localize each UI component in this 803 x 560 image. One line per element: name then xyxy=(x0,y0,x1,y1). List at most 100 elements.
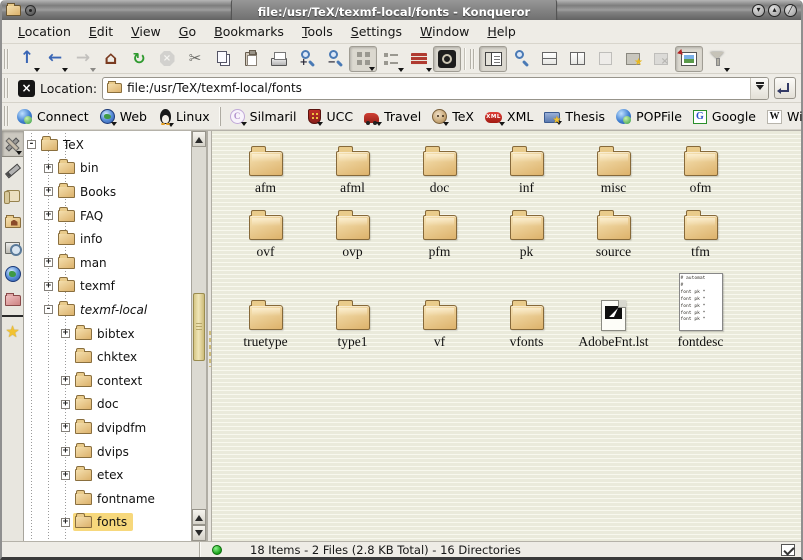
zoom-out-button[interactable] xyxy=(321,46,349,72)
tree-row[interactable]: + bin xyxy=(24,157,191,181)
tree-row[interactable]: - texmf-local xyxy=(24,298,191,322)
duplicate-view-button[interactable] xyxy=(619,46,647,72)
scrollbar-thumb[interactable] xyxy=(193,293,205,361)
file-item[interactable]: vf xyxy=(396,263,483,351)
file-item[interactable]: misc xyxy=(570,135,657,197)
sidebar-tab-home-folder[interactable] xyxy=(2,209,23,235)
bookmark-item[interactable]: TeX xyxy=(428,107,481,126)
bookmark-item[interactable]: POPFile xyxy=(612,107,689,126)
tree-expander[interactable]: + xyxy=(44,164,53,173)
menu-item[interactable]: Edit xyxy=(81,22,121,41)
tree-expander[interactable]: + xyxy=(61,400,70,409)
paste-button[interactable] xyxy=(237,46,265,72)
active-view-indicator-icon[interactable] xyxy=(781,544,795,556)
sidebar-tab-root-folder[interactable] xyxy=(2,287,23,313)
back-button[interactable]: ← xyxy=(41,46,69,72)
file-item[interactable]: tfm xyxy=(657,199,744,261)
toolbar-grip[interactable] xyxy=(470,49,475,69)
tree-row[interactable]: + texmf xyxy=(24,275,191,299)
close-view-button[interactable] xyxy=(647,46,675,72)
print-button[interactable] xyxy=(265,46,293,72)
sidebar-tab-history[interactable] xyxy=(2,183,23,209)
menu-item[interactable]: Location xyxy=(10,22,79,41)
navigation-panel-button[interactable] xyxy=(479,46,507,72)
bookmark-item[interactable]: Silmaril xyxy=(220,107,304,126)
tree-expander[interactable]: + xyxy=(44,187,53,196)
file-item[interactable]: source xyxy=(570,199,657,261)
tree-row[interactable]: + fonts xyxy=(24,511,191,535)
location-dropdown-button[interactable] xyxy=(750,78,768,99)
tree-expander[interactable]: + xyxy=(44,211,53,220)
filter-button[interactable] xyxy=(703,46,731,72)
tree-row[interactable]: + dvipdfm xyxy=(24,416,191,440)
file-item[interactable]: pfm xyxy=(396,199,483,261)
title-bar[interactable]: file:/usr/TeX/texmf-local/fonts - Konque… xyxy=(2,0,801,20)
file-item[interactable]: doc xyxy=(396,135,483,197)
bookmark-item[interactable]: Travel xyxy=(360,107,428,126)
file-item[interactable]: inf xyxy=(483,135,570,197)
menu-item[interactable]: View xyxy=(123,22,169,41)
list-view-button[interactable] xyxy=(377,46,405,72)
sidebar-configure-button[interactable] xyxy=(2,131,23,157)
sidebar-tab-network[interactable] xyxy=(2,261,23,287)
tree-row[interactable]: fontname xyxy=(24,487,191,511)
tree-expander[interactable]: + xyxy=(44,282,53,291)
menu-item[interactable]: Bookmarks xyxy=(206,22,292,41)
window-pin-button[interactable] xyxy=(25,5,36,16)
bookmark-item[interactable]: Web xyxy=(96,107,154,126)
tree-row[interactable]: + bibtex xyxy=(24,322,191,346)
close-button[interactable] xyxy=(784,4,797,17)
tree-expander[interactable]: + xyxy=(61,518,70,527)
menu-item[interactable]: Tools xyxy=(294,22,341,41)
file-item[interactable]: vfonts xyxy=(483,263,570,351)
bookmark-item[interactable]: UCC xyxy=(303,107,360,126)
split-top-bottom-button[interactable] xyxy=(535,46,563,72)
sidebar-tab-bookmarks[interactable] xyxy=(2,319,23,345)
go-button[interactable] xyxy=(774,77,796,99)
toolbar-grip[interactable] xyxy=(4,78,9,98)
konqueror-gear-button[interactable] xyxy=(433,46,461,72)
menu-item[interactable]: Go xyxy=(171,22,204,41)
cut-button[interactable]: ✂ xyxy=(181,46,209,72)
file-item[interactable]: pk xyxy=(483,199,570,261)
stop-button[interactable]: × xyxy=(153,46,181,72)
tree-expander[interactable]: + xyxy=(44,258,53,267)
icon-view-button[interactable] xyxy=(349,46,377,72)
copy-button[interactable] xyxy=(209,46,237,72)
bookmark-item[interactable]: Thesis xyxy=(540,107,612,126)
sidebar-tab-pencil[interactable] xyxy=(2,157,23,183)
file-item[interactable]: afm xyxy=(222,135,309,197)
menu-item[interactable]: Settings xyxy=(343,22,410,41)
reload-button[interactable]: ↻ xyxy=(125,46,153,72)
bookmark-item[interactable]: Linux xyxy=(154,107,217,126)
scroll-down-button[interactable] xyxy=(192,525,206,541)
tree-row[interactable]: + doc xyxy=(24,393,191,417)
tree-row[interactable]: + context xyxy=(24,369,191,393)
toolbar-grip[interactable] xyxy=(4,49,9,69)
panel-splitter[interactable] xyxy=(207,131,212,541)
bookmark-item[interactable]: Connect xyxy=(13,107,96,126)
tree-row[interactable]: + man xyxy=(24,251,191,275)
zoom-in-button[interactable] xyxy=(293,46,321,72)
image-preview-button[interactable] xyxy=(675,46,703,72)
tree-row[interactable]: info xyxy=(24,227,191,251)
tree-row[interactable]: + Books xyxy=(24,180,191,204)
toolbar-grip[interactable] xyxy=(4,106,9,126)
tree-row[interactable]: + FAQ xyxy=(24,204,191,228)
file-item[interactable]: ofm xyxy=(657,135,744,197)
file-item[interactable]: type1 xyxy=(309,263,396,351)
tree-scrollbar[interactable] xyxy=(191,131,206,541)
scroll-up-button[interactable] xyxy=(192,509,206,525)
bookmark-item[interactable]: XML xyxy=(481,107,540,126)
maximize-button[interactable] xyxy=(768,4,781,17)
sidebar-tab-services[interactable] xyxy=(2,235,23,261)
file-item[interactable]: AdobeFnt.lst xyxy=(570,263,657,351)
remove-view-button[interactable] xyxy=(591,46,619,72)
tree-expander[interactable]: + xyxy=(61,376,70,385)
home-button[interactable]: ⌂ xyxy=(97,46,125,72)
tree-row[interactable]: - TeX xyxy=(24,133,191,157)
detail-view-button[interactable] xyxy=(405,46,433,72)
menu-item[interactable]: Help xyxy=(479,22,524,41)
tree-expander[interactable]: + xyxy=(61,329,70,338)
file-item[interactable]: ovf xyxy=(222,199,309,261)
